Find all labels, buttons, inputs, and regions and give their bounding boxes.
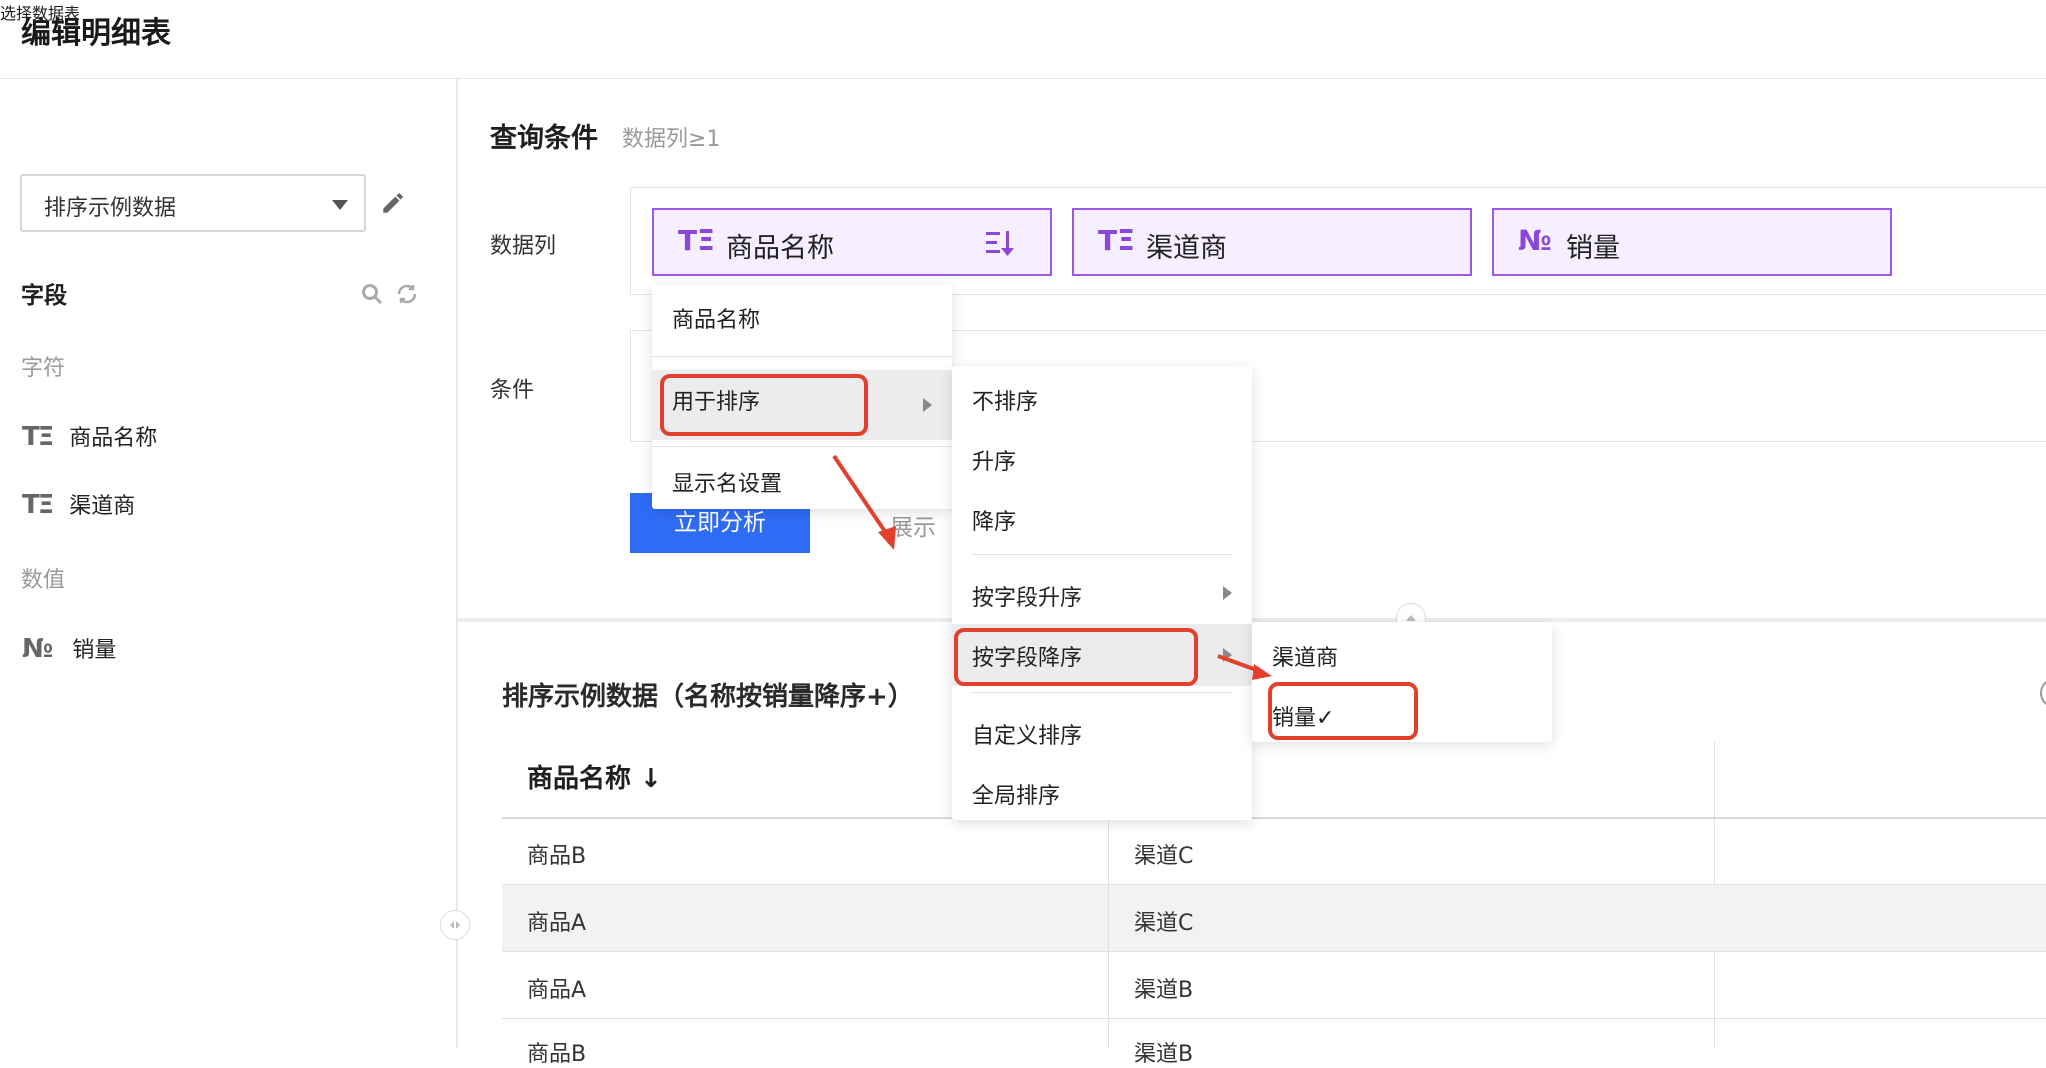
text-type-icon: TΞ: [1098, 224, 1135, 257]
table-row-stripe: [502, 885, 2046, 951]
table-header-product-name[interactable]: 商品名称 ↓: [527, 742, 662, 817]
field-item-label: 商品名称: [69, 426, 158, 451]
group-label-string: 字符: [21, 356, 66, 381]
dataset-select[interactable]: 排序示例数据: [20, 174, 366, 232]
row-divider: [502, 1018, 2046, 1019]
menu-separator: [972, 554, 1232, 555]
refresh-icon[interactable]: [395, 282, 419, 306]
menu-item-global-sort[interactable]: 全局排序: [972, 778, 1060, 810]
number-type-icon: №: [1518, 224, 1552, 257]
number-type-icon: №: [22, 634, 54, 664]
table-cell: 渠道C: [1134, 911, 1194, 936]
table-cell: 渠道C: [1134, 844, 1194, 869]
field-item-label: 渠道商: [69, 494, 136, 519]
columns-label: 数据列: [490, 234, 557, 259]
menu-item-field-name: 商品名称: [672, 308, 761, 333]
search-icon[interactable]: [360, 282, 384, 306]
dataset-select-value: 排序示例数据: [44, 196, 177, 221]
chevron-right-icon: [1223, 586, 1232, 600]
menu-item-descending[interactable]: 降序: [972, 504, 1016, 536]
select-dataset-title: 选择数据表: [0, 4, 81, 23]
menu-item-display-name[interactable]: 显示名设置: [672, 466, 782, 498]
field-item-channel[interactable]: TΞ 渠道商: [22, 488, 135, 520]
group-label-number: 数值: [21, 568, 66, 593]
query-title: 查询条件: [490, 123, 598, 154]
sort-desc-icon[interactable]: [984, 228, 1016, 258]
column-chip-channel[interactable]: TΞ 渠道商: [1072, 208, 1472, 276]
chip-label: 渠道商: [1146, 233, 1227, 264]
conditions-label: 条件: [490, 378, 535, 403]
annotation-highlight-box: [660, 374, 868, 436]
header-underline: [502, 817, 2046, 819]
table-cell: 渠道B: [1134, 1042, 1194, 1067]
resize-arrows-icon: [450, 921, 460, 929]
fields-title: 字段: [21, 283, 67, 309]
query-hint: 数据列≥1: [622, 127, 721, 152]
text-type-icon: TΞ: [22, 422, 54, 452]
row-divider: [502, 951, 2046, 952]
chevron-right-icon: [923, 398, 932, 412]
chevron-down-icon: [332, 200, 348, 210]
field-item-product-name[interactable]: TΞ 商品名称: [22, 420, 157, 452]
table-cell: 商品A: [527, 978, 587, 1003]
menu-item-ascending[interactable]: 升序: [972, 444, 1016, 476]
annotation-arrow-icon: [832, 454, 896, 550]
section-divider: [458, 618, 2046, 622]
table-cell: 商品B: [527, 844, 587, 869]
text-type-icon: TΞ: [678, 224, 715, 257]
table-cell: 商品B: [527, 1042, 587, 1067]
edit-icon[interactable]: [380, 190, 406, 216]
menu-item-field-ascending[interactable]: 按字段升序: [952, 562, 1252, 624]
row-divider: [502, 884, 2046, 885]
table-cell: 商品A: [527, 911, 587, 936]
chip-label: 销量: [1566, 233, 1620, 264]
table-cell: 渠道B: [1134, 978, 1194, 1003]
column-chip-sales[interactable]: № 销量: [1492, 208, 1892, 276]
panel-resize-handle[interactable]: [440, 910, 470, 940]
annotation-arrow-icon: [1217, 654, 1272, 680]
field-item-sales[interactable]: № 销量: [22, 632, 116, 664]
field-item-label: 销量: [72, 638, 117, 663]
menu-item-no-sort[interactable]: 不排序: [972, 384, 1038, 416]
table-title: 排序示例数据（名称按销量降序+）: [502, 682, 914, 712]
page-header: [0, 0, 2046, 79]
column-divider: [1108, 819, 1109, 1048]
menu-separator: [652, 446, 952, 447]
annotation-highlight-box: [1268, 682, 1418, 740]
menu-item-label: 按字段升序: [972, 586, 1083, 611]
chip-label: 商品名称: [726, 233, 834, 264]
menu-separator: [972, 692, 1232, 693]
menu-item-custom-sort[interactable]: 自定义排序: [972, 718, 1082, 750]
column-chip-product-name[interactable]: TΞ 商品名称: [652, 208, 1052, 276]
annotation-highlight-box: [954, 628, 1198, 686]
text-type-icon: TΞ: [22, 490, 54, 520]
menu-separator: [652, 356, 952, 357]
